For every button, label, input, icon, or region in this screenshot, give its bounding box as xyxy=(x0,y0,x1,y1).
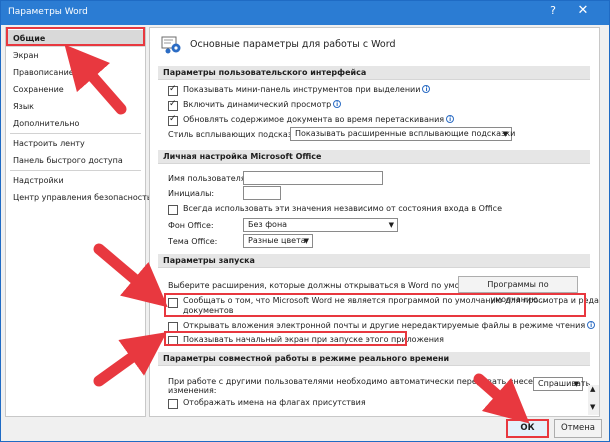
live-preview-checkbox[interactable] xyxy=(168,99,178,111)
section-personalize: Личная настройка Microsoft Office xyxy=(158,150,590,164)
section-startup: Параметры запуска xyxy=(158,254,590,268)
share-changes-select[interactable]: Спрашивать ▼ xyxy=(533,377,590,391)
nav-item-addins[interactable]: Надстройки xyxy=(6,172,145,189)
tooltip-style-select[interactable]: Показывать расширенные всплывающие подск… xyxy=(290,127,515,141)
tooltip-style-label: Стиль всплывающих подсказок: xyxy=(168,130,305,139)
nav-item-language[interactable]: Язык xyxy=(6,98,145,115)
info-icon: i xyxy=(587,321,596,329)
live-preview-label: Включить динамический просмотр i xyxy=(183,100,342,109)
page-title: Основные параметры для работы с Word xyxy=(190,39,396,50)
scrollbar[interactable]: ▲ ▼ xyxy=(588,385,599,415)
word-options-window: Параметры Word ? ✕ Общие Экран Правописа… xyxy=(0,0,610,442)
show-names-label: Отображать имена на флагах присутствия xyxy=(183,398,366,407)
nav-item-save[interactable]: Сохранение xyxy=(6,81,145,98)
highlight-notify-default xyxy=(164,293,586,317)
info-icon: i xyxy=(333,100,342,108)
ok-button[interactable]: ОК xyxy=(506,419,549,438)
nav-item-advanced[interactable]: Дополнительно xyxy=(6,115,145,132)
username-label: Имя пользователя: xyxy=(168,174,249,183)
office-theme-select[interactable]: Разные цвета ▼ xyxy=(243,234,313,248)
nav-divider xyxy=(10,170,141,171)
nav-item-trust-center[interactable]: Центр управления безопасностью xyxy=(6,189,158,206)
default-programs-button[interactable]: Программы по умолчанию... xyxy=(458,276,578,304)
info-icon: i xyxy=(446,115,455,123)
share-changes-label: При работе с другими пользователями необ… xyxy=(168,377,579,386)
mini-toolbar-label: Показывать мини-панель инструментов при … xyxy=(183,85,431,94)
update-drag-label: Обновлять содержимое документа во время … xyxy=(183,115,455,124)
nav-item-customize-ribbon[interactable]: Настроить ленту xyxy=(6,135,145,152)
update-drag-checkbox[interactable] xyxy=(168,114,178,126)
initials-label: Инициалы: xyxy=(168,189,215,198)
cancel-button[interactable]: Отмена xyxy=(554,419,602,438)
nav-item-display[interactable]: Экран xyxy=(6,47,145,64)
help-icon[interactable]: ? xyxy=(544,4,562,17)
open-attachments-label: Открывать вложения электронной почты и д… xyxy=(183,321,596,330)
window-title: Параметры Word xyxy=(8,7,88,17)
general-options-panel: Основные параметры для работы с Word Пар… xyxy=(149,27,600,417)
close-icon[interactable]: ✕ xyxy=(573,3,593,18)
show-names-checkbox[interactable] xyxy=(168,399,178,409)
office-theme-label: Тема Office: xyxy=(168,237,218,246)
initials-field[interactable] xyxy=(243,186,281,200)
chevron-down-icon: ▼ xyxy=(502,130,508,138)
chevron-down-icon: ▼ xyxy=(388,221,394,229)
title-bar: Параметры Word ? ✕ xyxy=(1,1,609,25)
nav-item-proofing[interactable]: Правописание xyxy=(6,64,145,81)
nav-divider xyxy=(10,133,141,134)
scroll-up-icon[interactable]: ▲ xyxy=(590,385,595,393)
always-use-label: Всегда использовать эти значения независ… xyxy=(183,204,502,213)
highlight-show-start-screen xyxy=(164,331,407,346)
section-coauthoring: Параметры совместной работы в режиме реа… xyxy=(158,352,590,366)
scroll-down-icon[interactable]: ▼ xyxy=(590,403,595,411)
share-changes-label-cont: изменения: xyxy=(168,386,217,395)
nav-item-quick-access[interactable]: Панель быстрого доступа xyxy=(6,152,145,169)
office-background-label: Фон Office: xyxy=(168,221,214,230)
general-settings-icon xyxy=(161,36,181,54)
section-ui-options: Параметры пользовательского интерфейса xyxy=(158,66,590,80)
highlight-general xyxy=(6,27,145,46)
options-nav: Общие Экран Правописание Сохранение Язык… xyxy=(5,27,158,417)
always-use-checkbox[interactable] xyxy=(168,205,178,215)
username-field[interactable] xyxy=(243,171,383,185)
default-ext-label: Выберите расширения, которые должны откр… xyxy=(168,281,495,290)
info-icon: i xyxy=(422,85,431,93)
chevron-down-icon: ▼ xyxy=(573,380,579,388)
mini-toolbar-checkbox[interactable] xyxy=(168,84,178,96)
chevron-down-icon: ▼ xyxy=(303,237,309,245)
office-background-select[interactable]: Без фона ▼ xyxy=(243,218,398,232)
